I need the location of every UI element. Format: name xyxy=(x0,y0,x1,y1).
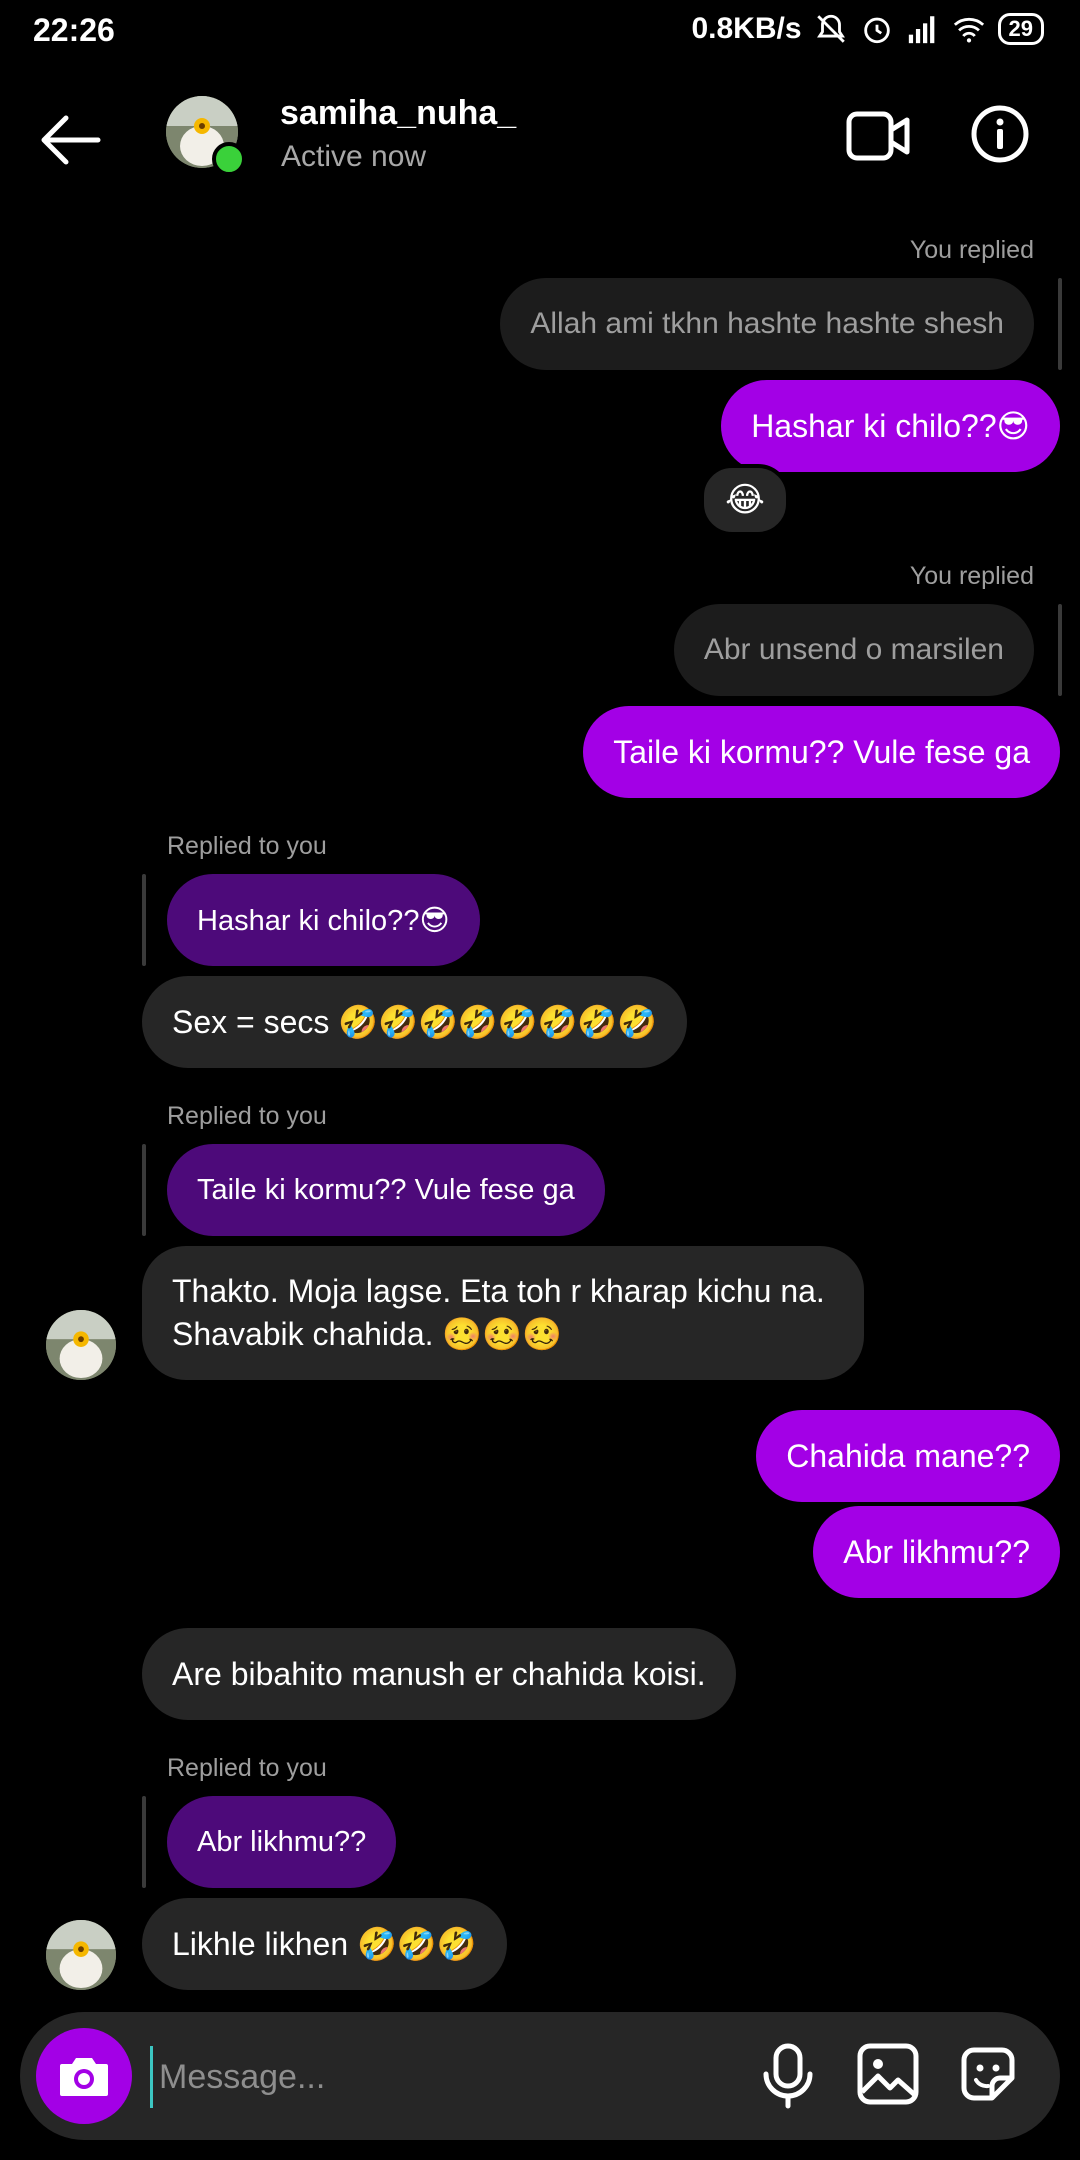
sent-message[interactable]: Taile ki kormu?? Vule fese ga xyxy=(583,706,1060,798)
reply-bar xyxy=(142,874,146,966)
message-reaction[interactable]: 😂 xyxy=(700,464,790,536)
network-speed: 0.8KB/s xyxy=(691,12,802,45)
sent-message[interactable]: Hashar ki chilo??😎 xyxy=(721,380,1060,472)
battery-icon: 29 xyxy=(997,13,1044,45)
microphone-icon[interactable] xyxy=(756,2042,820,2110)
camera-button[interactable] xyxy=(36,2028,132,2124)
chat-username[interactable]: samiha_nuha_ xyxy=(280,94,516,133)
reply-bar xyxy=(1058,278,1062,370)
gallery-icon[interactable] xyxy=(856,2042,920,2106)
alarm-icon xyxy=(863,17,890,44)
quoted-message[interactable]: Abr unsend o marsilen xyxy=(673,604,1034,696)
quoted-message[interactable]: Abr likhmu?? xyxy=(167,1796,397,1888)
info-icon[interactable] xyxy=(970,104,1030,164)
received-message[interactable]: Are bibahito manush er chahida koisi. xyxy=(142,1628,736,1720)
status-bar: 22:26 0.8KB/s 29 xyxy=(0,0,1080,64)
received-message[interactable]: Sex = secs 🤣🤣🤣🤣🤣🤣🤣🤣 xyxy=(142,976,688,1068)
reply-label: Replied to you xyxy=(167,1754,327,1782)
back-arrow-icon[interactable] xyxy=(38,112,102,168)
reply-bar xyxy=(142,1144,146,1236)
received-message[interactable]: Likhle likhen 🤣🤣🤣 xyxy=(142,1898,507,1990)
status-time: 22:26 xyxy=(33,12,115,48)
received-message[interactable]: Thakto. Moja lagse. Eta toh r kharap kic… xyxy=(142,1246,864,1380)
sent-message[interactable]: Chahida mane?? xyxy=(756,1410,1060,1502)
reply-bar xyxy=(142,1796,146,1888)
sender-avatar[interactable] xyxy=(46,1310,116,1380)
video-call-icon[interactable] xyxy=(846,108,910,164)
reply-bar xyxy=(1058,604,1062,696)
status-icons: 0.8KB/s 29 xyxy=(691,12,1044,46)
chat-header: samiha_nuha_ Active now xyxy=(0,64,1080,214)
reply-label: Replied to you xyxy=(167,1102,327,1130)
sent-message[interactable]: Abr likhmu?? xyxy=(813,1506,1060,1598)
reply-label: You replied xyxy=(909,236,1034,264)
reply-label: Replied to you xyxy=(167,832,327,860)
signal-icon xyxy=(908,16,934,44)
message-composer xyxy=(20,2012,1060,2140)
active-status: Active now xyxy=(281,140,427,173)
quoted-message[interactable]: Allah ami tkhn hashte hashte shesh xyxy=(500,278,1034,370)
quoted-message[interactable]: Hashar ki chilo??😎 xyxy=(167,874,480,966)
mute-bell-icon xyxy=(816,14,845,43)
message-input[interactable] xyxy=(150,2046,761,2108)
sender-avatar[interactable] xyxy=(46,1920,116,1990)
camera-icon xyxy=(60,2058,108,2096)
wifi-icon xyxy=(953,17,984,43)
quoted-message[interactable]: Taile ki kormu?? Vule fese ga xyxy=(167,1144,605,1236)
reply-label: You replied xyxy=(909,562,1034,590)
online-indicator xyxy=(212,142,246,176)
profile-avatar[interactable] xyxy=(166,96,246,176)
sticker-icon[interactable] xyxy=(956,2042,1020,2106)
